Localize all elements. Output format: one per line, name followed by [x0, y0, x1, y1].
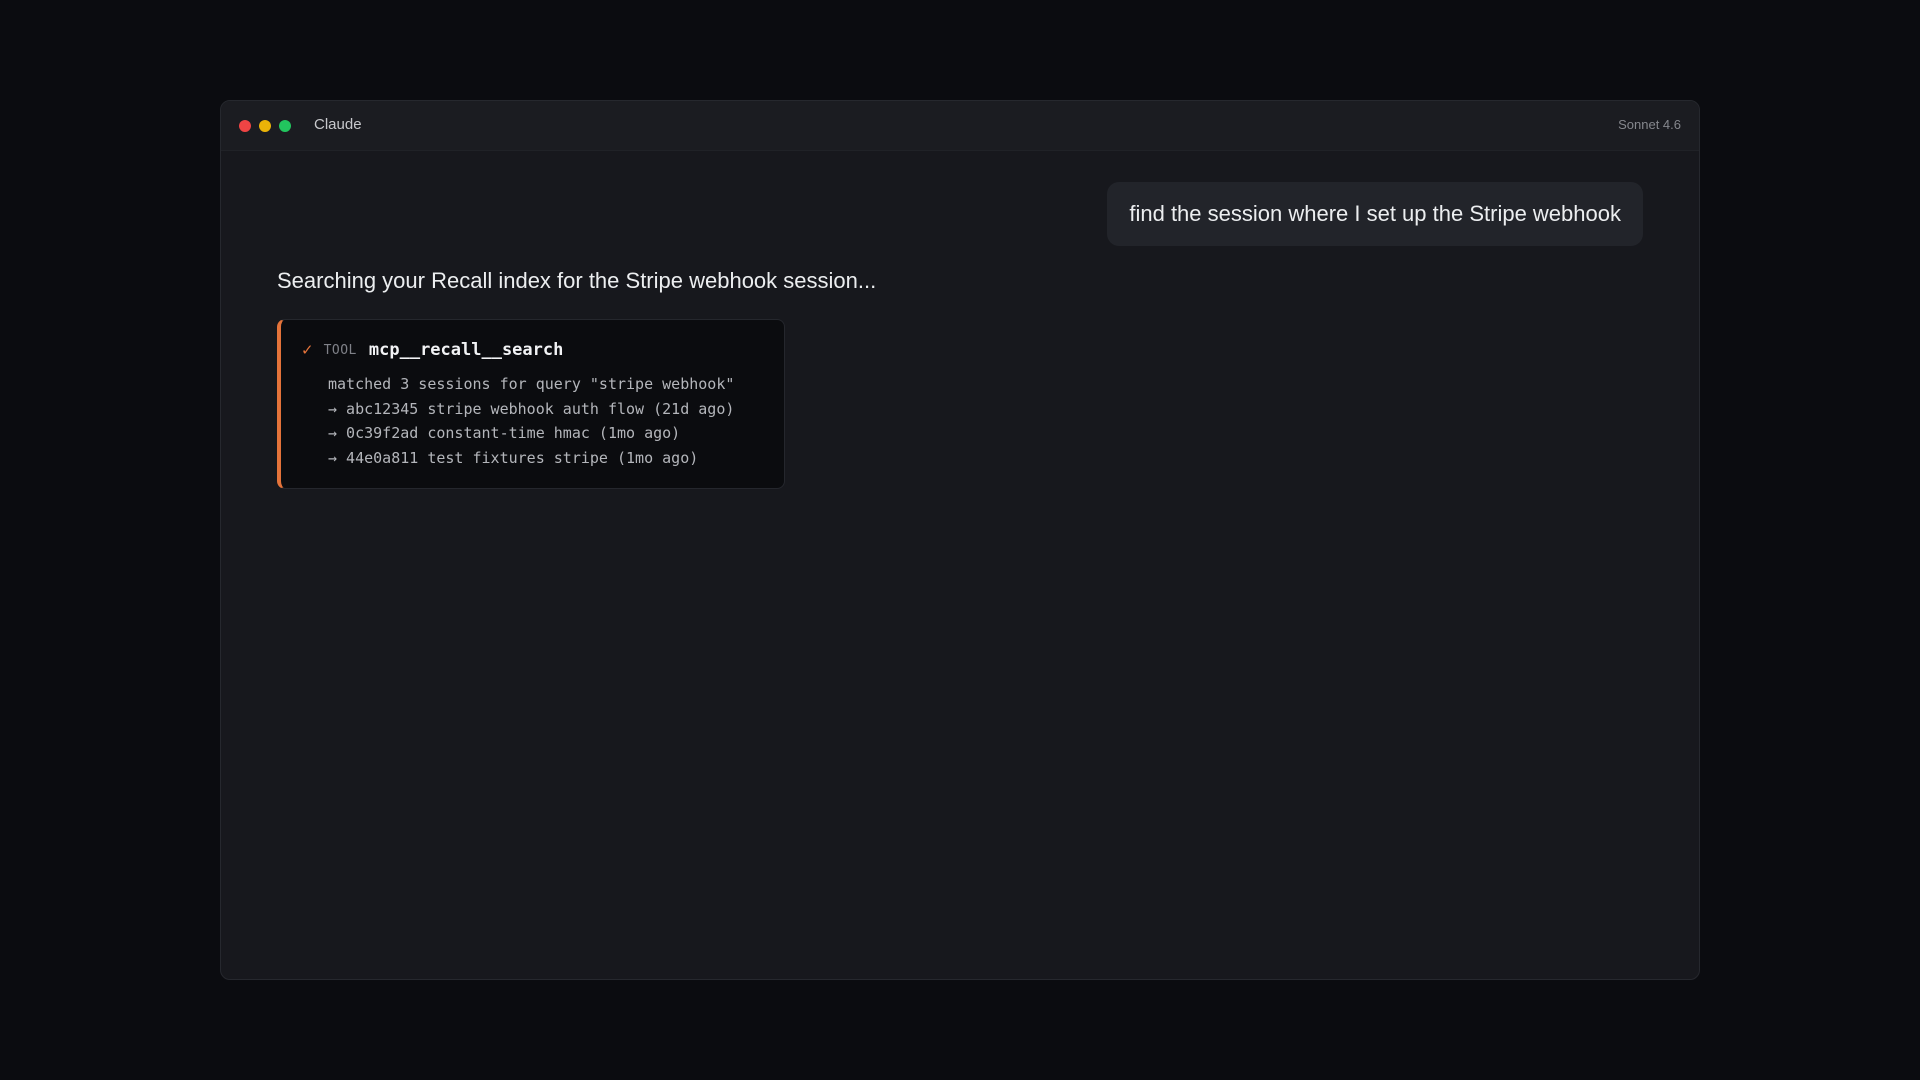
title-bar: Claude Sonnet 4.6 — [221, 101, 1699, 151]
model-label: Sonnet 4.6 — [1618, 117, 1681, 132]
check-icon: ✓ — [301, 341, 314, 359]
app-window: Claude Sonnet 4.6 find the session where… — [220, 100, 1700, 980]
tool-output-line: → 0c39f2ad constant-time hmac (1mo ago) — [328, 424, 681, 442]
tool-output-line: → abc12345 stripe webhook auth flow (21d… — [328, 399, 735, 418]
tool-output-line: → 44e0a811 test fixtures stripe (1mo ago… — [328, 448, 699, 467]
close-window-button[interactable] — [239, 120, 251, 132]
minimize-window-button[interactable] — [259, 120, 271, 132]
tool-tag: TOOL — [323, 342, 357, 358]
tool-output-line: matched 3 sessions for query "stripe web… — [328, 375, 735, 393]
tool-call-card[interactable]: ✓ TOOL mcp__recall__search matched 3 ses… — [277, 319, 785, 489]
user-message-bubble: find the session where I set up the Stri… — [1107, 182, 1643, 246]
assistant-message: Searching your Recall index for the Stri… — [277, 268, 877, 293]
zoom-window-button[interactable] — [279, 120, 291, 132]
tool-call-header: ✓ TOOL mcp__recall__search — [301, 338, 563, 362]
app-title: Claude — [314, 116, 362, 133]
tool-output: matched 3 sessions for query "stripe web… — [328, 372, 734, 470]
tool-name: mcp__recall__search — [368, 340, 564, 360]
